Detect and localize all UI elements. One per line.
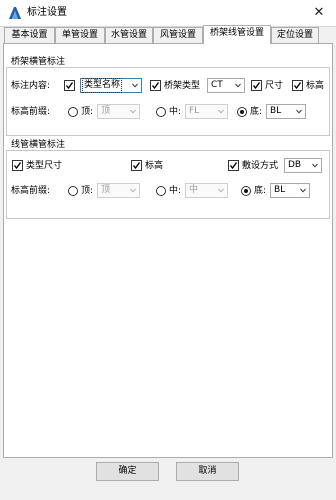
- prefix-bottom-radio[interactable]: [237, 107, 247, 117]
- tab-cable-tray[interactable]: 桥架线管设置: [203, 25, 271, 44]
- tab-positioning[interactable]: 定位设置: [271, 27, 319, 44]
- prefix-top-label: 顶:: [81, 107, 94, 117]
- chevron-down-icon: [132, 83, 138, 88]
- elevation-label: 标高: [306, 81, 325, 91]
- conduit-prefix-middle-label: 中:: [169, 186, 182, 196]
- content-label: 标注内容:: [11, 81, 51, 91]
- prefix-label: 标高前缀:: [11, 107, 51, 117]
- tray-type-select[interactable]: CT: [207, 78, 245, 93]
- tab-duct[interactable]: 风管设置: [153, 27, 203, 44]
- chevron-down-icon: [300, 188, 306, 193]
- prefix-middle-label: 中:: [169, 107, 182, 117]
- cancel-button[interactable]: 取消: [176, 462, 239, 481]
- tray-type-label: 桥架类型: [164, 81, 201, 91]
- conduit-prefix-bottom-label: 底:: [254, 186, 267, 196]
- chevron-down-icon: [296, 109, 302, 114]
- prefix-top-radio[interactable]: [68, 107, 78, 117]
- content-checkbox[interactable]: [64, 80, 75, 91]
- tray-type-checkbox[interactable]: [150, 80, 161, 91]
- conduit-prefix-bottom-select[interactable]: BL: [270, 183, 310, 198]
- tab-panel-cable-tray: 桥架横管标注 标注内容: 类型名称 桥架类型 CT 尺寸 标高 标高前缀: 顶:…: [3, 43, 333, 458]
- content-type-select[interactable]: 类型名称: [80, 78, 142, 93]
- conduit-prefix-top-radio[interactable]: [68, 186, 78, 196]
- bridge-group-title: 桥架横管标注: [11, 57, 66, 67]
- prefix-middle-radio[interactable]: [156, 107, 166, 117]
- type-size-label: 类型尺寸: [26, 161, 63, 171]
- type-size-checkbox[interactable]: [12, 160, 23, 171]
- chevron-down-icon: [235, 83, 241, 88]
- close-icon[interactable]: ✕: [310, 5, 328, 21]
- laying-method-select[interactable]: DB: [284, 158, 322, 173]
- conduit-prefix-middle-select[interactable]: 中: [185, 183, 228, 198]
- prefix-top-select[interactable]: 顶: [97, 104, 140, 119]
- chevron-down-icon: [130, 109, 136, 114]
- conduit-prefix-middle-radio[interactable]: [156, 186, 166, 196]
- ok-button[interactable]: 确定: [96, 462, 159, 481]
- bridge-annotation-group: [6, 67, 330, 136]
- conduit-group-title: 线管横管标注: [11, 140, 66, 150]
- conduit-prefix-top-label: 顶:: [81, 186, 94, 196]
- conduit-prefix-bottom-radio[interactable]: [241, 186, 251, 196]
- chevron-down-icon: [218, 188, 224, 193]
- conduit-elevation-checkbox[interactable]: [131, 160, 142, 171]
- laying-method-checkbox[interactable]: [228, 160, 239, 171]
- elevation-checkbox[interactable]: [292, 80, 303, 91]
- tab-single-pipe[interactable]: 单管设置: [55, 27, 105, 44]
- conduit-prefix-top-select[interactable]: 顶: [97, 183, 140, 198]
- window-title: 标注设置: [27, 7, 67, 18]
- title-bar: 标注设置 ✕: [0, 0, 336, 26]
- tab-water-pipe[interactable]: 水管设置: [105, 27, 153, 44]
- conduit-prefix-label: 标高前缀:: [11, 186, 51, 196]
- laying-method-label: 敷设方式: [242, 161, 279, 171]
- size-label: 尺寸: [265, 81, 284, 91]
- prefix-bottom-select[interactable]: BL: [266, 104, 306, 119]
- chevron-down-icon: [312, 163, 318, 168]
- cad-logo-icon: [9, 7, 21, 19]
- conduit-elevation-label: 标高: [145, 161, 164, 171]
- prefix-bottom-label: 底:: [250, 107, 263, 117]
- tab-basic[interactable]: 基本设置: [4, 27, 55, 44]
- size-checkbox[interactable]: [251, 80, 262, 91]
- chevron-down-icon: [218, 109, 224, 114]
- prefix-middle-select[interactable]: FL: [185, 104, 228, 119]
- chevron-down-icon: [130, 188, 136, 193]
